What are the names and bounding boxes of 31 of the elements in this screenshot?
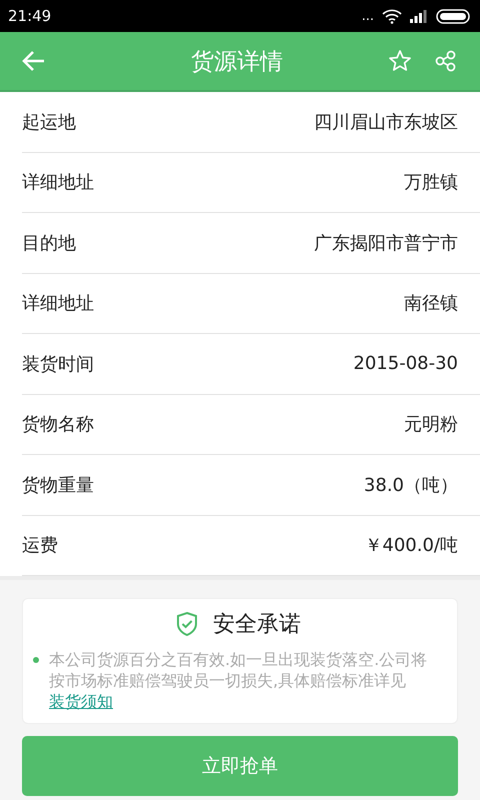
field-label: 详细地址 [22, 292, 94, 316]
shield-check-icon [175, 611, 199, 637]
page-title: 货源详情 [190, 48, 284, 76]
signal-icon [410, 10, 428, 22]
field-label: 运费 [22, 534, 58, 558]
field-value: ￥400.0/吨 [364, 534, 458, 558]
field-value: 元明粉 [404, 413, 458, 436]
field-value: 38.0（吨） [364, 474, 458, 497]
battery-icon [436, 8, 470, 24]
field-value: 广东揭阳市普宁市 [314, 232, 458, 255]
star-icon[interactable] [388, 49, 412, 73]
field-label: 货物重量 [22, 474, 94, 497]
back-arrow-icon[interactable] [22, 50, 46, 72]
share-icon[interactable] [434, 49, 458, 73]
grab-order-button[interactable]: 立即抢单 [22, 736, 458, 796]
field-value: 万胜镇 [404, 171, 458, 194]
notice-text: 本公司货源百分之百有效.如一旦出现装货落空.公司将按市场标准赔偿驾驶员一切损失,具体赔偿标准详见 装货须知 [49, 649, 428, 712]
loading-notice-link[interactable]: 装货须知 [49, 692, 113, 711]
notice-title: 安全承诺 [213, 611, 301, 639]
field-value: 2015-08-30 [353, 353, 458, 374]
clock: 21:49 [8, 7, 52, 25]
field-label: 起运地 [22, 110, 76, 134]
field-label: 装货时间 [22, 352, 94, 376]
field-label: 目的地 [22, 232, 76, 255]
bullet-icon [33, 657, 39, 663]
field-value: 南径镇 [404, 292, 458, 316]
wifi-icon [382, 8, 402, 24]
field-label: 货物名称 [22, 413, 94, 436]
field-value: 四川眉山市东坡区 [314, 110, 458, 134]
field-label: 详细地址 [22, 171, 94, 194]
more-dots: ... [362, 10, 374, 22]
